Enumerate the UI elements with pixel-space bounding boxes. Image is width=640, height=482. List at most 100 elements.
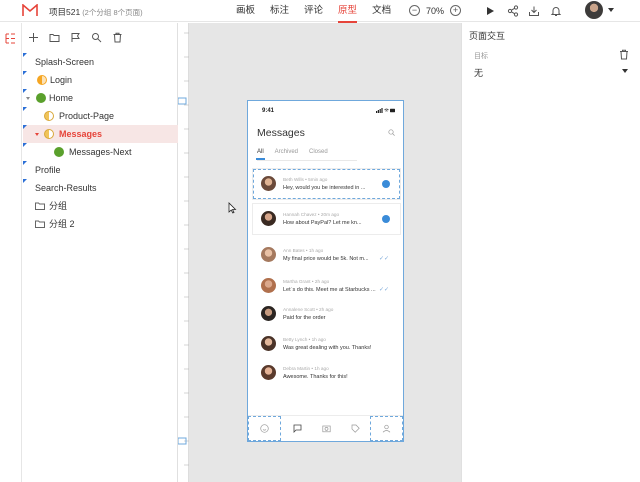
tag-icon (351, 424, 360, 433)
half-circle-orange-icon (37, 75, 47, 85)
page-item-search-results[interactable]: Search-Results (23, 179, 178, 197)
download-icon[interactable] (528, 5, 540, 17)
page-item-label: Search-Results (35, 183, 97, 193)
search-icon[interactable] (91, 32, 102, 43)
ruler-ticks (177, 32, 189, 466)
message-sender: Hannah Chavez • 20m ago (283, 212, 340, 217)
page-item-label: Home (49, 93, 74, 103)
tab-tags[interactable] (339, 416, 372, 441)
expand-triangle-icon[interactable] (26, 97, 30, 100)
page-item-messages[interactable]: Messages (23, 125, 178, 143)
message-item[interactable]: Annalene Scott • 2h ago Paid for the ord… (253, 299, 400, 329)
page-item-profile[interactable]: Profile (23, 161, 178, 179)
app-logo-icon[interactable] (22, 4, 38, 17)
page-item-login[interactable]: Login (23, 71, 178, 89)
folder-icon (35, 202, 45, 210)
message-sender: Debra Martin • 1h ago (283, 366, 329, 371)
tab-profile[interactable] (370, 416, 403, 441)
zoom-out-button[interactable]: − (409, 5, 420, 16)
page-group-2[interactable]: 分组 2 (23, 215, 178, 233)
bell-icon[interactable] (550, 5, 562, 17)
message-preview: How about PayPal? Let me kn... (283, 220, 362, 226)
message-sender: Annalene Scott • 2h ago (283, 307, 334, 312)
page-item-label: Messages-Next (69, 147, 132, 157)
message-filter-tabs: All Archived Closed (256, 149, 339, 160)
message-item[interactable]: Debra Martin • 1h ago Awesome. Thanks fo… (253, 358, 400, 388)
folder-icon[interactable] (49, 32, 60, 43)
flag-icon[interactable] (70, 32, 81, 43)
read-check-icon: ✓✓ (378, 256, 389, 262)
message-item[interactable]: Martha Grant • 2h ago Let`s do this. Mee… (253, 271, 400, 301)
message-item[interactable]: Betty Lynch • 1h ago Was great dealing w… (253, 329, 400, 359)
page-item-label: Profile (35, 165, 61, 175)
zoom-level[interactable]: 70% (426, 6, 444, 16)
tab-home[interactable] (248, 416, 281, 441)
tab-archived[interactable]: Archived (275, 149, 298, 159)
page-item-label: Product-Page (59, 111, 115, 121)
page-item-label: Splash-Screen (35, 57, 95, 67)
pages-toolbar (23, 23, 177, 51)
message-item[interactable]: Hannah Chavez • 20m ago How about PayPal… (253, 204, 400, 234)
divider (257, 160, 357, 161)
project-summary: (2个分组 8个页面) (82, 8, 143, 17)
message-sender: Ann Bates • 1h ago (283, 248, 324, 253)
page-group-label: 分组 2 (49, 219, 75, 229)
tab-comment[interactable]: 评论 (304, 4, 323, 18)
avatar (261, 306, 276, 321)
page-item-product-page[interactable]: Product-Page (23, 107, 178, 125)
page-group-1[interactable]: 分组 (23, 197, 178, 215)
mouse-cursor-icon (228, 202, 237, 214)
page-item-messages-next[interactable]: Messages-Next (23, 143, 178, 161)
tab-artboard[interactable]: 画板 (236, 4, 255, 18)
message-sender: Betty Lynch • 1h ago (283, 337, 326, 342)
project-name[interactable]: 项目521 (2个分组 8个页面) (49, 6, 143, 18)
tab-closed[interactable]: Closed (309, 149, 328, 159)
user-avatar[interactable] (585, 1, 603, 19)
panel-title: 页面交互 (469, 31, 506, 41)
tab-docs[interactable]: 文档 (372, 4, 391, 18)
pages-list-icon[interactable] (5, 33, 16, 44)
message-sender: Martha Grant • 2h ago (283, 279, 330, 284)
page-title: Messages (257, 127, 305, 139)
search-icon[interactable] (388, 129, 395, 136)
folder-icon (35, 220, 45, 228)
page-item-splash-screen[interactable]: Splash-Screen (23, 53, 178, 71)
message-preview: My final price would be 5k. Not m... (283, 256, 369, 262)
zoom-in-button[interactable]: + (450, 5, 462, 16)
share-icon[interactable] (507, 5, 519, 17)
tab-prototype[interactable]: 原型 (338, 4, 358, 23)
chevron-down-icon[interactable] (622, 69, 628, 73)
message-item[interactable]: Ann Bates • 1h ago My final price would … (253, 240, 400, 270)
tab-all[interactable]: All (256, 149, 265, 160)
messages-artboard[interactable]: 9:41 Messages All Archived Closed Beth W… (247, 100, 404, 442)
half-circle-yellow-icon (44, 129, 54, 139)
unread-dot (382, 180, 390, 188)
page-item-label: Login (50, 75, 73, 85)
vertical-ruler (177, 23, 189, 482)
trash-icon[interactable] (619, 49, 629, 60)
message-item[interactable]: Beth Wills • 5min ago Hey, would you be … (253, 169, 400, 199)
left-sidebar-strip (0, 23, 22, 482)
message-preview: Hey, would you be interested in ... (283, 185, 366, 191)
chevron-down-icon[interactable] (608, 8, 614, 12)
status-time: 9:41 (262, 108, 275, 114)
project-title: 项目521 (49, 7, 81, 17)
top-toolbar: 项目521 (2个分组 8个页面) 画板 标注 评论 原型 文档 − 70% + (0, 0, 640, 23)
message-preview: Let`s do this. Meet me at Starbucks ... (283, 287, 376, 293)
play-icon[interactable] (484, 5, 496, 17)
mode-tabs: 画板 标注 评论 原型 文档 (236, 4, 406, 23)
add-icon[interactable] (28, 32, 39, 43)
target-select[interactable]: 无 (474, 66, 483, 79)
home-icon (260, 424, 269, 433)
avatar (261, 365, 276, 380)
check-circle-green-icon (36, 93, 46, 103)
chat-icon (293, 424, 302, 433)
message-sender: Beth Wills • 5min ago (283, 177, 328, 182)
read-check-icon: ✓✓ (378, 287, 389, 293)
trash-icon[interactable] (112, 32, 123, 43)
zoom-control: − 70% + (409, 5, 462, 16)
message-preview: Was great dealing with you. Thanks! (283, 345, 372, 351)
tab-annotate[interactable]: 标注 (270, 4, 289, 18)
expand-triangle-icon[interactable] (35, 133, 39, 136)
page-item-home[interactable]: Home (23, 89, 178, 107)
